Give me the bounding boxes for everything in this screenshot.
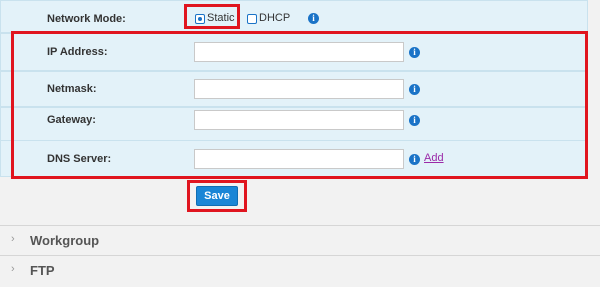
section-ftp-title: FTP	[30, 263, 55, 278]
fields-highlight-box	[11, 31, 588, 179]
network-mode-info-icon[interactable]: i	[308, 13, 319, 24]
chevron-right-icon: ›	[11, 233, 15, 245]
dhcp-radio[interactable]	[247, 14, 257, 24]
save-highlight-box	[187, 180, 247, 212]
network-mode-label: Network Mode:	[47, 13, 126, 25]
dhcp-radio-label[interactable]: DHCP	[259, 12, 290, 24]
section-workgroup[interactable]: › Workgroup	[0, 225, 600, 254]
chevron-right-icon: ›	[11, 263, 15, 275]
static-highlight-box	[184, 4, 240, 29]
section-ftp[interactable]: › FTP	[0, 255, 600, 284]
network-mode-row: Network Mode: Static DHCP i	[0, 0, 588, 33]
section-workgroup-title: Workgroup	[30, 233, 100, 248]
